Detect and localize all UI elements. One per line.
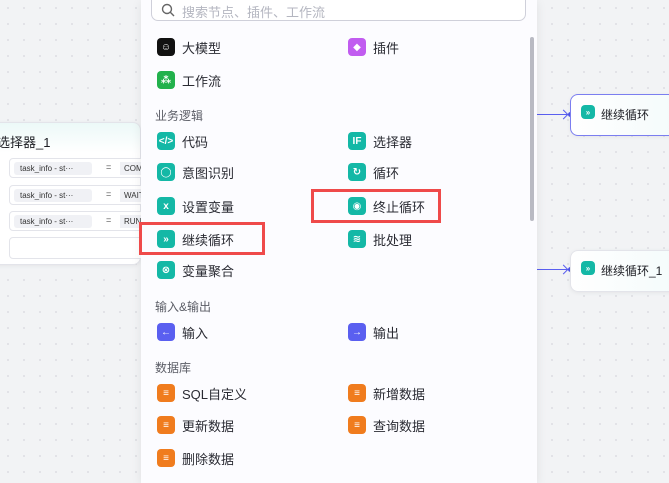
database-delete-icon: ≡ [157, 449, 175, 467]
condition-var: task_info - st··· [14, 189, 92, 202]
menu-item-output[interactable]: → 输出 [348, 322, 399, 342]
continue-loop-node-1[interactable]: » 继续循环_1 [570, 250, 669, 292]
item-label: 删除数据 [182, 451, 235, 467]
condition-op: = [106, 189, 112, 199]
database-search-icon: ≡ [348, 416, 366, 434]
continue-icon: » [581, 105, 595, 119]
output-icon: → [348, 323, 366, 341]
condition-op: = [106, 215, 112, 225]
item-label: 代码 [182, 134, 209, 150]
item-label: 更新数据 [182, 418, 235, 434]
menu-item-intent[interactable]: ◯ 意图识别 [157, 162, 234, 182]
menu-item-code[interactable]: </> 代码 [157, 131, 208, 151]
menu-item-sql[interactable]: ≡ SQL自定义 [157, 383, 247, 403]
edge-arrow [537, 269, 567, 270]
condition-var: task_info - st··· [14, 162, 92, 175]
menu-item-batch[interactable]: ≋ 批处理 [348, 229, 412, 249]
item-label: 选择器 [373, 134, 413, 150]
item-label: 大模型 [182, 40, 222, 56]
intent-icon: ◯ [157, 163, 175, 181]
menu-item-insert-data[interactable]: ≡ 新增数据 [348, 383, 425, 403]
item-label: 查询数据 [373, 418, 426, 434]
condition-row[interactable]: task_info - st··· = RUNN [9, 211, 160, 231]
edge-arrow [537, 114, 567, 115]
highlight-box-continue-loop [139, 222, 265, 255]
continue-loop-node[interactable]: » 继续循环 [570, 94, 669, 136]
loop-icon: ↻ [348, 163, 366, 181]
menu-item-selector[interactable]: IF 选择器 [348, 131, 412, 151]
search-placeholder: 搜索节点、插件、工作流 [182, 5, 326, 20]
condition-row[interactable]: task_info - st··· = COMP [9, 158, 160, 178]
menu-item-update-data[interactable]: ≡ 更新数据 [157, 415, 234, 435]
menu-item-loop[interactable]: ↻ 循环 [348, 162, 399, 182]
if-icon: IF [348, 132, 366, 150]
else-row[interactable] [9, 237, 149, 259]
search-input[interactable]: 搜索节点、插件、工作流 [151, 0, 526, 21]
menu-item-variable-merge[interactable]: ⊗ 变量聚合 [157, 260, 234, 280]
database-add-icon: ≡ [348, 384, 366, 402]
item-label: 设置变量 [182, 199, 235, 215]
database-update-icon: ≡ [157, 416, 175, 434]
item-label: 工作流 [182, 73, 222, 89]
condition-row[interactable]: task_info - st··· = WAITI [9, 185, 160, 205]
item-label: 输出 [373, 325, 400, 341]
search-icon [161, 3, 175, 17]
item-label: 变量聚合 [182, 263, 235, 279]
item-label: SQL自定义 [182, 386, 248, 402]
variable-icon: x [157, 197, 175, 215]
item-label: 循环 [373, 165, 400, 181]
selector-node[interactable]: 选择器_1 task_info - st··· = COMP task_info -… [0, 122, 160, 265]
item-label: 批处理 [373, 232, 413, 248]
section-title: 业务逻辑 [155, 109, 204, 123]
menu-item-set-variable[interactable]: x 设置变量 [157, 196, 234, 216]
node-label: 继续循环_1 [601, 264, 663, 278]
section-title: 数据库 [155, 361, 192, 375]
section-title: 输入&输出 [155, 300, 212, 314]
code-icon: </> [157, 132, 175, 150]
menu-item-workflow[interactable]: ⁂ 工作流 [157, 70, 221, 90]
item-label: 输入 [182, 325, 209, 341]
database-icon: ≡ [157, 384, 175, 402]
scrollbar[interactable] [530, 37, 534, 221]
merge-icon: ⊗ [157, 261, 175, 279]
continue-icon: » [581, 261, 595, 275]
highlight-box-break-loop [311, 189, 441, 223]
item-label: 新增数据 [373, 386, 426, 402]
menu-item-query-data[interactable]: ≡ 查询数据 [348, 415, 425, 435]
batch-icon: ≋ [348, 230, 366, 248]
llm-icon: ☺ [157, 38, 175, 56]
item-label: 插件 [373, 40, 400, 56]
menu-item-input[interactable]: ← 输入 [157, 322, 208, 342]
item-label: 意图识别 [182, 165, 235, 181]
node-label: 继续循环 [601, 108, 650, 122]
menu-item-delete-data[interactable]: ≡ 删除数据 [157, 448, 234, 468]
condition-op: = [106, 162, 112, 172]
input-icon: ← [157, 323, 175, 341]
menu-item-llm[interactable]: ☺ 大模型 [157, 37, 221, 57]
plugin-icon: ◆ [348, 38, 366, 56]
selector-node-title: 选择器_1 [0, 135, 51, 150]
workflow-icon: ⁂ [157, 71, 175, 89]
condition-var: task_info - st··· [14, 215, 92, 228]
menu-item-plugin[interactable]: ◆ 插件 [348, 37, 399, 57]
